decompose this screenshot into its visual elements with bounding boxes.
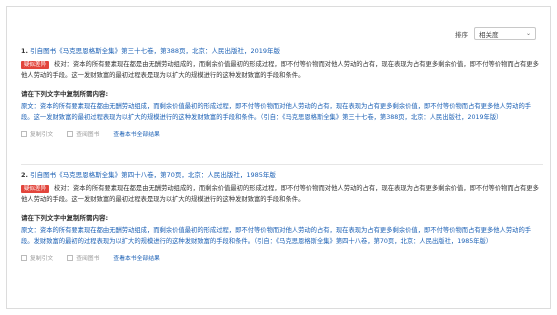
result-divider [21,164,543,165]
view-all-results-link[interactable]: 查看本书全部结果 [113,253,159,262]
view-book-button[interactable]: 查阅图书 [67,129,99,138]
proofread-content: 校对：资本的所有要素现在都是由无酬劳动组成的，而剩余价值最初的形成过程，即不付等… [21,61,539,79]
sort-select[interactable]: 相关度 ⌄ [474,27,536,40]
copy-section-title: 请在下列文字中复制所需内容: [21,90,109,98]
copy-section-title: 请在下列文字中复制所需内容: [21,214,109,222]
result-source-link[interactable]: 引自图书《马克思恩格斯全集》第四十八卷，第70页，北京：人民出版社，1985年版 [30,171,276,179]
sort-selected-value: 相关度 [479,30,499,39]
result-number: 2. [21,171,28,179]
original-text: 原文：资本的所有要素现在都由无酬劳动组成，而剩余价值最初的形成过程，即不付等价物… [21,103,532,121]
copy-icon [21,254,27,261]
result-header: 2. 引自图书《马克思恩格斯全集》第四十八卷，第70页，北京：人民出版社，198… [21,171,543,180]
proofread-content: 校对：资本的所有要素现在都是由无酬劳动组成的，而剩余价值最初的形成过程，即不付等… [21,185,539,203]
copy-citation-button[interactable]: 复制引文 [21,129,53,138]
diff-badge: 疑似差异 [21,61,50,69]
book-icon [67,130,74,137]
result-header: 1. 引自图书《马克思恩格斯全集》第三十七卷，第388页，北京：人民出版社，20… [21,47,543,56]
book-icon [67,254,74,261]
view-all-results-link[interactable]: 查看本书全部结果 [113,129,159,138]
diff-badge: 疑似差异 [21,185,50,193]
sort-label: 排序 [455,30,468,39]
result-source-link[interactable]: 引自图书《马克思恩格斯全集》第三十七卷，第388页，北京：人民出版社，2019年… [30,47,280,55]
chevron-down-icon: ⌄ [525,30,531,37]
proofread-text: 疑似差异 校对：资本的所有要素现在都是由无酬劳动组成的，而剩余价值最初的形成过程… [21,183,543,205]
proofread-text: 疑似差异 校对：资本的所有要素现在都是由无酬劳动组成的，而剩余价值最初的形成过程… [21,59,543,81]
copy-icon [21,130,27,137]
result-actions: 复制引文 查阅图书 查看本书全部结果 [21,129,543,138]
sort-bar: 排序 相关度 ⌄ [455,27,536,40]
result-item: 1. 引自图书《马克思恩格斯全集》第三十七卷，第388页，北京：人民出版社，20… [21,47,543,138]
result-item: 2. 引自图书《马克思恩格斯全集》第四十八卷，第70页，北京：人民出版社，198… [21,171,543,262]
result-actions: 复制引文 查阅图书 查看本书全部结果 [21,253,543,262]
results-panel: 排序 相关度 ⌄ 1. 引自图书《马克思恩格斯全集》第三十七卷，第388页，北京… [6,6,551,309]
view-book-button[interactable]: 查阅图书 [67,253,99,262]
copy-citation-button[interactable]: 复制引文 [21,253,53,262]
original-text: 原文：资本的所有要素现在都由无酬劳动组成，而剩余价值最初的形成过程，即不付等价物… [21,227,532,245]
result-number: 1. [21,47,28,55]
